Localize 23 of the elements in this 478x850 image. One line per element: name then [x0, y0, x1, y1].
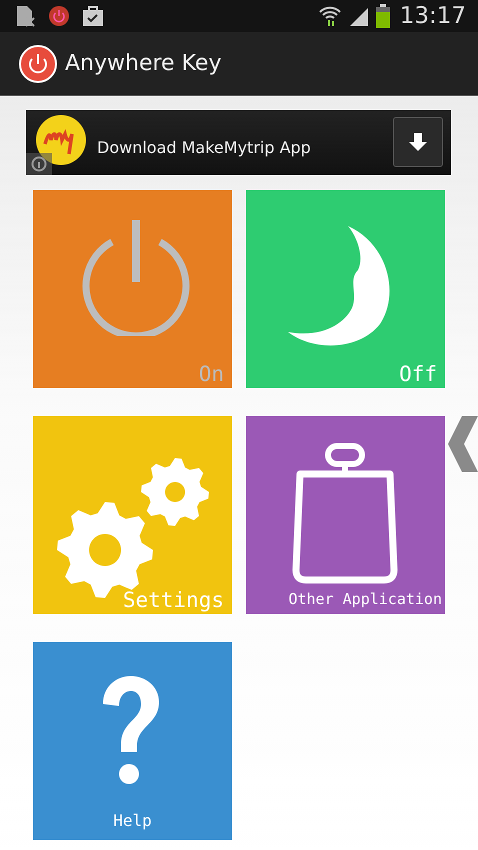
tile-label: On — [198, 362, 224, 386]
download-arrow-icon — [407, 131, 429, 153]
download-button[interactable] — [393, 117, 443, 167]
power-icon — [48, 5, 70, 27]
tile-label: Off — [399, 362, 437, 386]
bag-icon — [290, 442, 400, 584]
off-tile[interactable]: Off — [246, 190, 445, 388]
tile-label: Other Application — [288, 590, 442, 608]
clock-time: 13:17 — [400, 3, 466, 29]
wifi-icon — [318, 5, 342, 27]
ad-title: Download MakeMytrip App — [97, 138, 311, 157]
app-tile[interactable]: Other Application — [246, 416, 445, 614]
chevron-left-icon[interactable] — [448, 416, 478, 472]
briefcase-check-icon — [82, 5, 104, 27]
tile-label: Settings — [122, 588, 224, 612]
info-icon[interactable] — [26, 153, 52, 175]
help-tile[interactable]: Help — [33, 642, 232, 840]
power-logo-icon[interactable] — [19, 44, 57, 82]
ad-banner[interactable]: Download MakeMytrip App — [26, 110, 451, 175]
app-title: Anywhere Key — [65, 51, 222, 76]
battery-icon — [376, 4, 390, 28]
tile-label: Help — [112, 811, 153, 830]
ad-logo-icon — [35, 114, 87, 166]
